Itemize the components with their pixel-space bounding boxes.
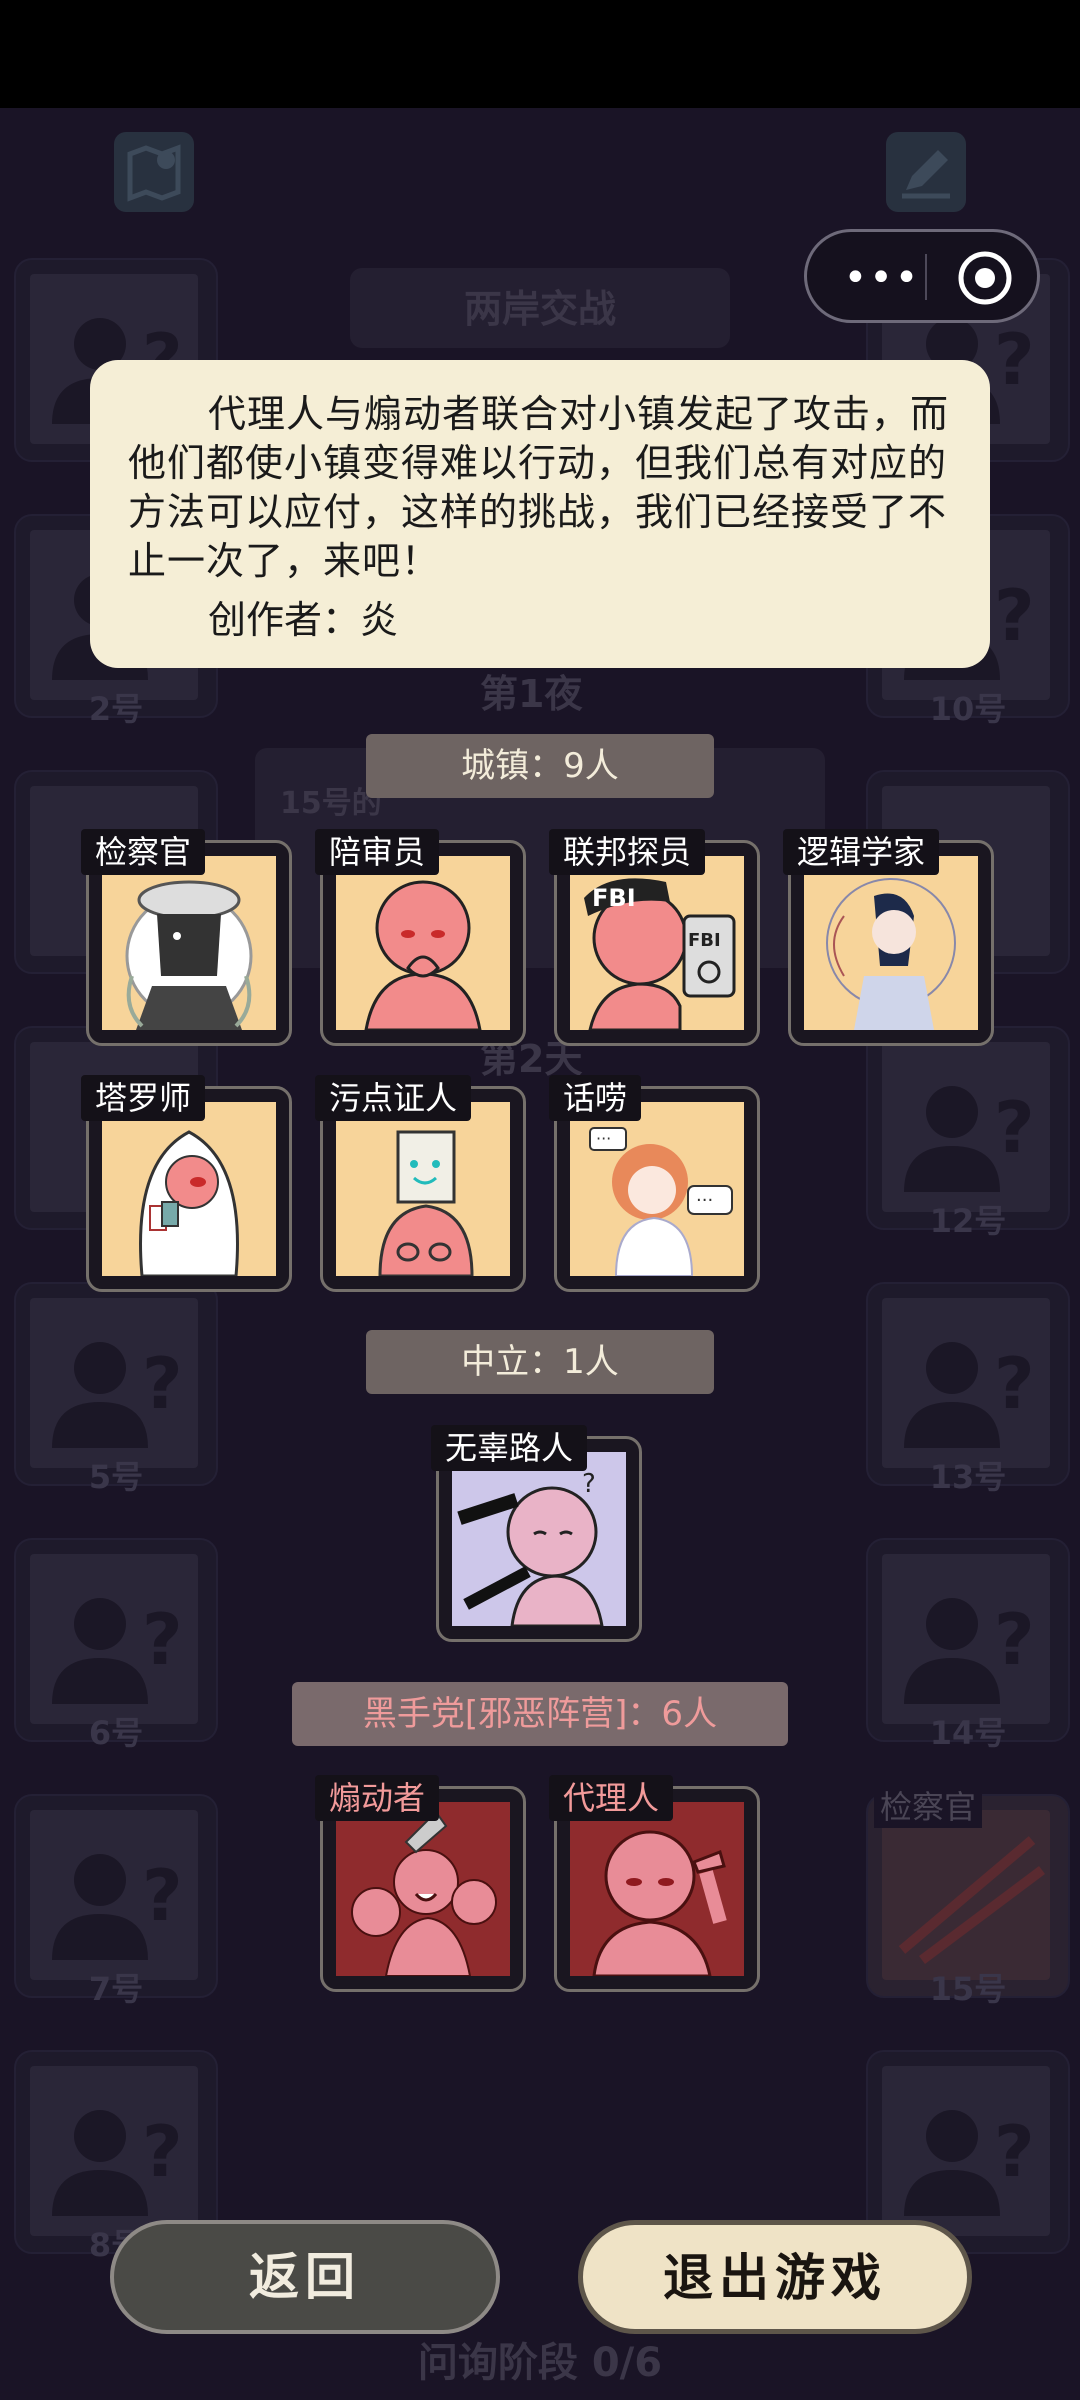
role-name: 检察官 (81, 829, 206, 875)
dead-player-role: 检察官 (874, 1782, 983, 1828)
svg-text:?: ? (994, 1343, 1035, 1425)
svg-text:?: ? (142, 1599, 183, 1681)
evil-faction-banner: 黑手党[邪恶阵营]：6人 (292, 1682, 788, 1746)
player-slot[interactable]: ? 12号 (866, 1026, 1070, 1240)
player-slot[interactable]: ? 5号 (14, 1282, 218, 1496)
svg-text:FBI: FBI (688, 930, 721, 951)
scenario-description-card: 代理人与煽动者联合对小镇发起了攻击，而他们都使小镇变得难以行动，但我们总有对应的… (90, 360, 990, 668)
pencil-icon (886, 132, 966, 212)
svg-text:···: ··· (696, 1190, 713, 1211)
svg-text:FBI: FBI (592, 884, 636, 912)
role-card-tarot-reader[interactable]: 塔罗师 (81, 1075, 292, 1292)
svg-text:···: ··· (596, 1129, 611, 1148)
role-name: 污点证人 (315, 1075, 472, 1121)
neutral-faction-banner: 中立：1人 (366, 1330, 714, 1394)
svg-text:?: ? (994, 2111, 1035, 2193)
target-circle-icon[interactable] (957, 250, 1013, 306)
role-name: 无辜路人 (431, 1425, 588, 1471)
svg-text:?: ? (994, 575, 1035, 657)
svg-text:?: ? (994, 319, 1035, 401)
role-name: 陪审员 (315, 829, 440, 875)
role-name: 塔罗师 (81, 1075, 206, 1121)
role-card-juror[interactable]: 陪审员 (315, 829, 526, 1046)
dead-player-slot[interactable]: 检察官 15号 (866, 1782, 1070, 2008)
role-name: 逻辑学家 (783, 829, 940, 875)
role-card-chatterbox[interactable]: ··· ··· 话唠 (549, 1075, 760, 1292)
player-slot[interactable]: ? 7号 (14, 1794, 218, 2008)
role-card-tainted-witness[interactable]: 污点证人 (315, 1075, 526, 1292)
role-name: 联邦探员 (549, 829, 706, 875)
more-dots-icon[interactable]: ••• (837, 255, 927, 301)
status-bar (0, 0, 1080, 108)
role-card-logician[interactable]: 逻辑学家 (783, 829, 994, 1046)
role-name: 话唠 (549, 1075, 642, 1121)
svg-text:?: ? (142, 1343, 183, 1425)
svg-text:?: ? (994, 1599, 1035, 1681)
role-name: 煽动者 (315, 1775, 440, 1821)
scenario-author: 创作者：炎 (208, 598, 399, 642)
role-card-innocent-bystander[interactable]: ? 无辜路人 (431, 1425, 642, 1642)
map-icon (114, 132, 194, 212)
svg-text:?: ? (142, 2111, 183, 2193)
miniprogram-capsule: ••• (804, 229, 1040, 323)
back-button[interactable]: 返回 (110, 2220, 500, 2334)
bg-top-title: 两岸交战 (463, 287, 616, 331)
phase-label: 问询阶段 0/6 (417, 2340, 663, 2386)
role-name: 代理人 (549, 1775, 674, 1821)
bg-night-label: 第1夜 (480, 672, 583, 716)
scenario-description: 代理人与煽动者联合对小镇发起了攻击，而他们都使小镇变得难以行动，但我们总有对应的… (128, 392, 950, 583)
exit-game-button[interactable]: 退出游戏 (578, 2220, 972, 2334)
svg-text:?: ? (994, 1087, 1035, 1169)
svg-text:?: ? (582, 1469, 596, 1499)
role-card-prosecutor[interactable]: 检察官 (81, 829, 292, 1046)
role-card-fbi-agent[interactable]: FBI FBI 联邦探员 (549, 829, 760, 1046)
town-faction-banner: 城镇：9人 (366, 734, 714, 798)
role-card-instigator[interactable]: 煽动者 (315, 1775, 526, 1992)
role-card-proxy[interactable]: 代理人 (549, 1775, 760, 1992)
player-slot[interactable]: ? 6号 (14, 1538, 218, 1752)
player-slot[interactable]: ? 14号 (866, 1538, 1070, 1752)
svg-text:?: ? (142, 1855, 183, 1937)
player-slot[interactable]: ? 13号 (866, 1282, 1070, 1496)
